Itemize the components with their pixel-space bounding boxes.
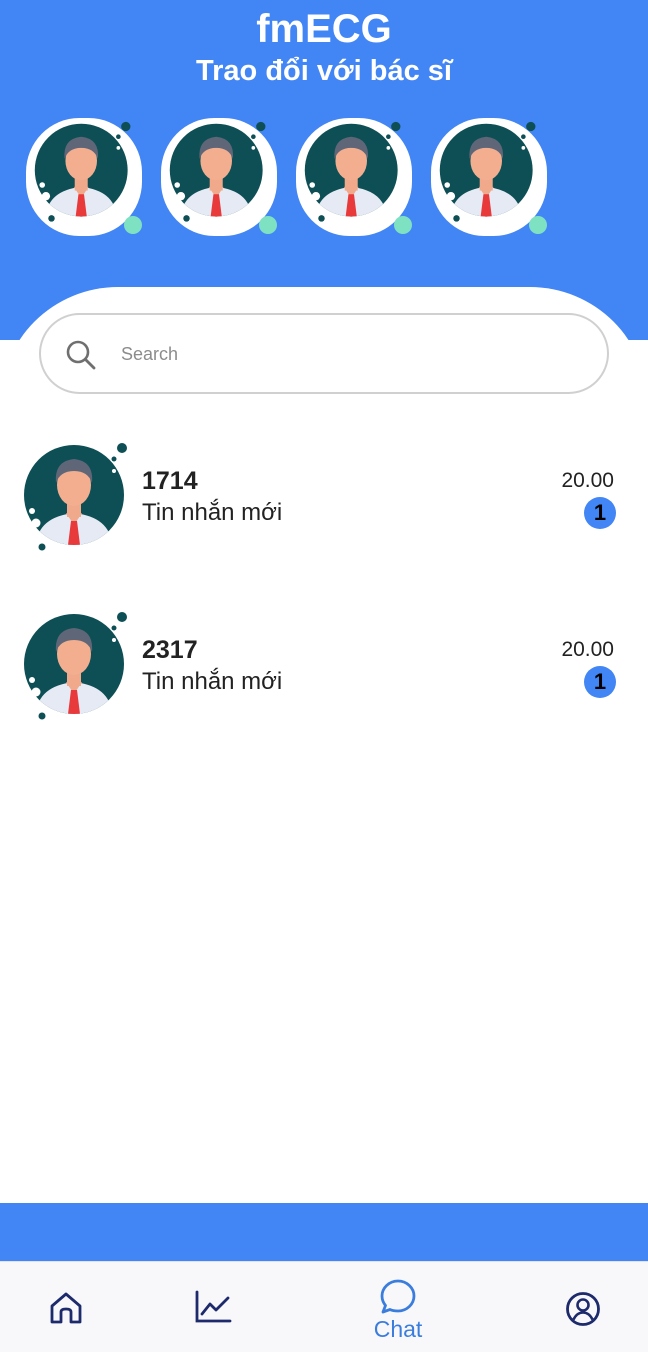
nav-statistics[interactable]: [186, 1262, 242, 1352]
message-time: 20.00: [561, 638, 614, 661]
story-avatar[interactable]: [431, 118, 555, 238]
chat-bubble-icon: [380, 1279, 416, 1314]
home-icon: [50, 1292, 82, 1324]
message-preview: Tin nhắn mới: [142, 499, 283, 526]
page-subtitle: Trao đổi với bác sĩ: [196, 55, 452, 87]
chat-list-item[interactable]: 1714 Tin nhắn mới 20.00 1: [0, 441, 648, 561]
doctor-avatar-icon: [22, 610, 132, 722]
contact-name: 2317: [142, 636, 198, 664]
chat-list-panel: [0, 287, 648, 1203]
footer-band: [0, 1203, 648, 1261]
nav-chat-label: Chat: [373, 1316, 423, 1342]
doctor-avatar-icon: [437, 120, 541, 224]
online-status-dot: [529, 216, 547, 234]
message-preview: Tin nhắn mới: [142, 668, 283, 695]
nav-chat[interactable]: Chat: [368, 1262, 428, 1352]
app-title: fmECG: [256, 7, 392, 51]
doctor-avatar-icon: [22, 441, 132, 553]
search-input[interactable]: [121, 333, 581, 375]
online-status-dot: [259, 216, 277, 234]
doctor-avatar-icon: [302, 120, 406, 224]
message-time: 20.00: [561, 469, 614, 492]
bottom-navigation: Chat: [0, 1261, 648, 1352]
chat-list-item[interactable]: 2317 Tin nhắn mới 20.00 1: [0, 610, 648, 730]
search-bar[interactable]: [39, 313, 609, 394]
unread-badge: 1: [584, 497, 616, 529]
nav-profile[interactable]: [560, 1262, 606, 1352]
story-avatar[interactable]: [161, 118, 285, 238]
line-chart-icon: [195, 1290, 232, 1323]
story-avatar[interactable]: [296, 118, 420, 238]
contact-name: 1714: [142, 467, 198, 495]
doctor-avatar-icon: [167, 120, 271, 224]
nav-home[interactable]: [40, 1262, 92, 1352]
unread-badge: 1: [584, 666, 616, 698]
doctor-avatar-icon: [32, 120, 136, 224]
search-icon: [66, 340, 96, 370]
online-status-dot: [124, 216, 142, 234]
user-circle-icon: [566, 1292, 600, 1326]
online-status-dot: [394, 216, 412, 234]
story-avatar[interactable]: [26, 118, 150, 238]
